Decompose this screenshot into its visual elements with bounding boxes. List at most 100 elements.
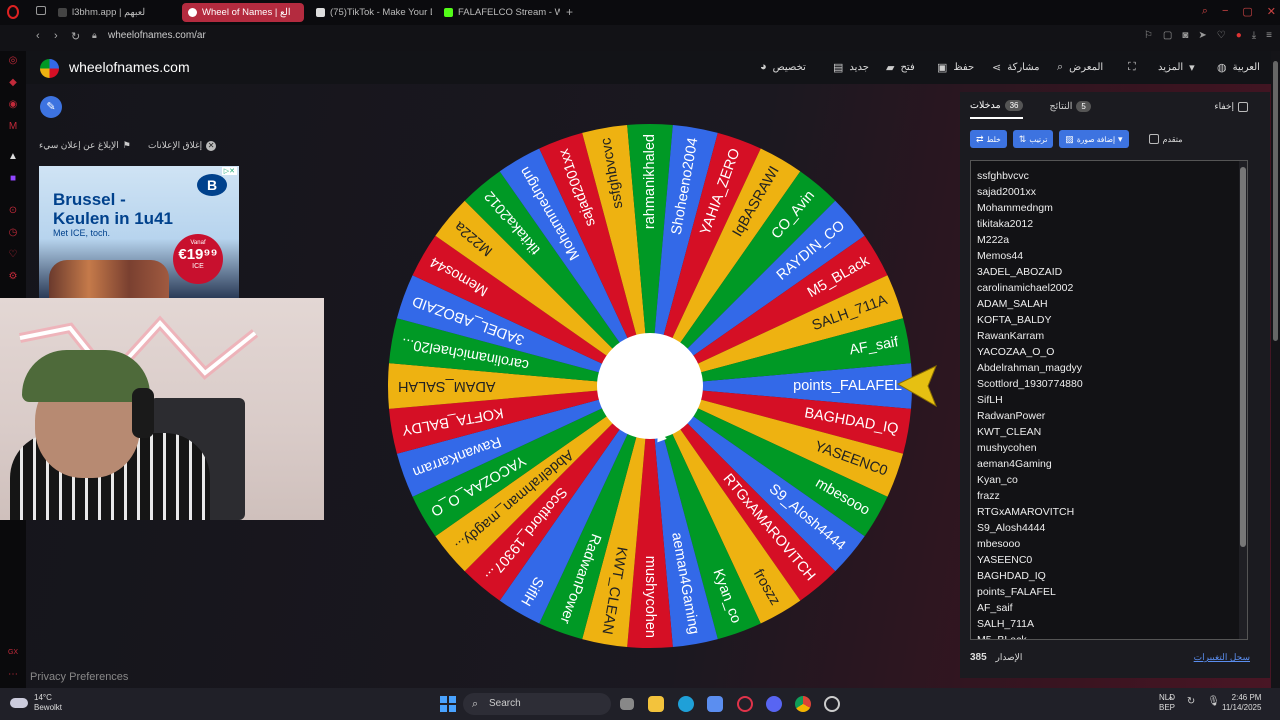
advanced-toggle[interactable]: متقدم	[1148, 134, 1183, 144]
more-icon[interactable]: ⋯	[7, 669, 19, 681]
wheel-of-names[interactable]: points_FALAFELBAGHDAD_IQYASEENC0mbesoooS…	[385, 121, 915, 651]
changelog-link[interactable]: سجل التغييرات	[1194, 652, 1250, 663]
wheel-logo-icon[interactable]	[40, 59, 59, 78]
entry-line: SifLH	[977, 394, 1003, 406]
browser-tab[interactable]: FALAFELCO Stream - Wat	[438, 3, 560, 22]
reload-icon[interactable]: ↻	[71, 30, 80, 43]
entries-scrollbar[interactable]	[1239, 161, 1247, 639]
bookmark-icon[interactable]: ⚐	[1144, 30, 1153, 41]
cloud-icon	[10, 698, 28, 708]
menu-share[interactable]: ⋖ مشاركة	[992, 61, 1040, 74]
new-file-icon: ▤	[833, 62, 844, 74]
new-tab-button[interactable]: +	[566, 5, 573, 19]
layout-code: BEP	[1159, 703, 1176, 712]
search-tabs-icon[interactable]: ⌕	[1202, 5, 1208, 18]
privacy-preferences-link[interactable]: Privacy Preferences	[30, 671, 128, 683]
close-icon: ✕	[206, 140, 217, 151]
download-icon[interactable]: ⤓	[1252, 30, 1256, 41]
browser-tab-active[interactable]: Wheel of Names | الع	[182, 3, 304, 22]
fullscreen-button[interactable]: ⛶	[1128, 61, 1136, 74]
tab-favicon-icon	[58, 8, 67, 17]
scrollbar-thumb[interactable]	[1273, 61, 1278, 341]
close-ads-link[interactable]: إغلاق الإعلانات ✕	[148, 140, 217, 151]
advanced-checkbox[interactable]	[1148, 134, 1159, 144]
browser-tab[interactable]: l3bhm.app | لعبهم	[52, 3, 177, 22]
opera-logo-icon[interactable]	[7, 5, 19, 19]
menu-customize[interactable]: ◕ تخصيص	[760, 61, 806, 73]
adchoices-icon[interactable]: ▷✕	[221, 167, 237, 175]
twitch-icon[interactable]: ■	[7, 173, 19, 185]
url-field[interactable]: wheelofnames.com/ar	[108, 30, 206, 41]
tab-entries[interactable]: مدخلات 36	[970, 100, 1024, 119]
settings-icon[interactable]: ⚙	[7, 271, 19, 283]
ad-subtitle: Met ICE, toch.	[53, 228, 111, 238]
heart-icon[interactable]: ♡	[1217, 30, 1226, 41]
file-explorer-icon[interactable]	[648, 696, 664, 712]
share-icon: ⋖	[992, 62, 1002, 74]
snapshot-icon[interactable]: ▢	[1163, 30, 1172, 41]
wheel-center-hub[interactable]	[597, 333, 703, 439]
menu-open[interactable]: ▰ فتح	[886, 61, 915, 74]
task-view-icon[interactable]	[620, 698, 634, 710]
windows-start-icon[interactable]	[440, 696, 456, 712]
report-ad-link[interactable]: الإبلاغ عن إعلان سيء ⚑	[39, 140, 131, 151]
maximize-icon[interactable]: ▢	[1242, 5, 1252, 18]
bookmarks-icon[interactable]: ♡	[7, 249, 19, 261]
obs-icon[interactable]	[824, 696, 840, 712]
browser-tab[interactable]: (75)TikTok - Make Your D	[310, 3, 432, 22]
tab-favicon-icon	[188, 8, 197, 17]
entries-textarea[interactable]: ssfghbvcvc sajad2001xx Mohammedngm tikitaka…	[970, 160, 1248, 640]
system-clock[interactable]: 2:46 PM 11/14/2025	[1222, 693, 1261, 713]
taskbar-search[interactable]: ⌕ Search	[463, 693, 611, 715]
gx-icon[interactable]: GX	[7, 649, 19, 661]
add-image-button[interactable]: ▨ إضافة صورة ▾	[1059, 130, 1129, 148]
player-icon[interactable]: ⊙	[7, 205, 19, 217]
site-name[interactable]: wheelofnames.com	[69, 59, 190, 75]
menu-language[interactable]: ◍ العربية	[1217, 61, 1260, 74]
tab-menu-icon[interactable]	[36, 6, 46, 15]
scrollbar-thumb[interactable]	[1240, 167, 1246, 547]
hide-toggle[interactable]: إخفاء	[1214, 101, 1248, 112]
tab-title: FALAFELCO Stream - Wat	[458, 7, 560, 18]
edit-pencil-button[interactable]: ✎	[40, 96, 62, 118]
kick-sidebar-icon[interactable]: ▲	[7, 151, 19, 163]
menu-save[interactable]: ▣ حفظ	[937, 61, 974, 74]
forward-icon[interactable]: ›	[54, 30, 58, 42]
discord-icon[interactable]	[766, 696, 782, 712]
tab-title: (75)TikTok - Make Your D	[330, 7, 432, 18]
menu-gallery[interactable]: ⌕ المعرض	[1057, 61, 1103, 74]
advanced-label: متقدم	[1162, 134, 1183, 144]
menu-more[interactable]: المزيد ▾	[1158, 61, 1195, 74]
tab-results[interactable]: النتائج 5	[1049, 100, 1091, 119]
wheel-segment-label: ADAM_SALAH	[398, 378, 496, 394]
entries-panel: مدخلات 36 النتائج 5 إخفاء ⇄ خلط ⇅ ترتيب …	[960, 92, 1270, 678]
weather-widget[interactable]: 14°C Bewolkt	[10, 693, 62, 713]
page-scrollbar[interactable]	[1271, 51, 1280, 688]
refresh-icon[interactable]: ↻	[1187, 696, 1195, 707]
feed-icon[interactable]: ◆	[7, 77, 19, 89]
store-icon[interactable]	[707, 696, 723, 712]
hide-checkbox[interactable]	[1238, 101, 1248, 112]
minimize-icon[interactable]: −	[1222, 5, 1228, 18]
shuffle-button[interactable]: ⇄ خلط	[970, 130, 1007, 148]
advertisement[interactable]: Brussel - Keulen in 1u41 Met ICE, toch. …	[39, 166, 239, 298]
profile-icon[interactable]: ●	[1236, 30, 1242, 41]
menu-icon[interactable]: ≡	[1266, 30, 1272, 41]
sort-button[interactable]: ⇅ ترتيب	[1012, 130, 1054, 148]
chrome-icon[interactable]	[795, 696, 811, 712]
music-icon[interactable]: M	[7, 121, 19, 133]
microphone-icon[interactable]: 🎙︎	[1207, 696, 1220, 707]
back-icon[interactable]: ‹	[36, 30, 40, 42]
menu-label: مشاركة	[1007, 62, 1040, 73]
input-language[interactable]: NLD BEP	[1159, 693, 1175, 713]
menu-new[interactable]: ▤ جديد	[833, 61, 869, 74]
edge-icon[interactable]	[678, 696, 694, 712]
shuffle-label: خلط	[986, 134, 1001, 144]
aria-icon[interactable]: ◎	[7, 55, 19, 67]
history-icon[interactable]: ◷	[7, 227, 19, 239]
messenger-icon[interactable]: ◉	[7, 99, 19, 111]
send-icon[interactable]: ➤	[1198, 30, 1206, 41]
close-icon[interactable]: ✕	[1267, 5, 1276, 18]
vpn-icon[interactable]: ◙	[1182, 30, 1188, 41]
opera-gx-icon[interactable]	[737, 696, 753, 712]
